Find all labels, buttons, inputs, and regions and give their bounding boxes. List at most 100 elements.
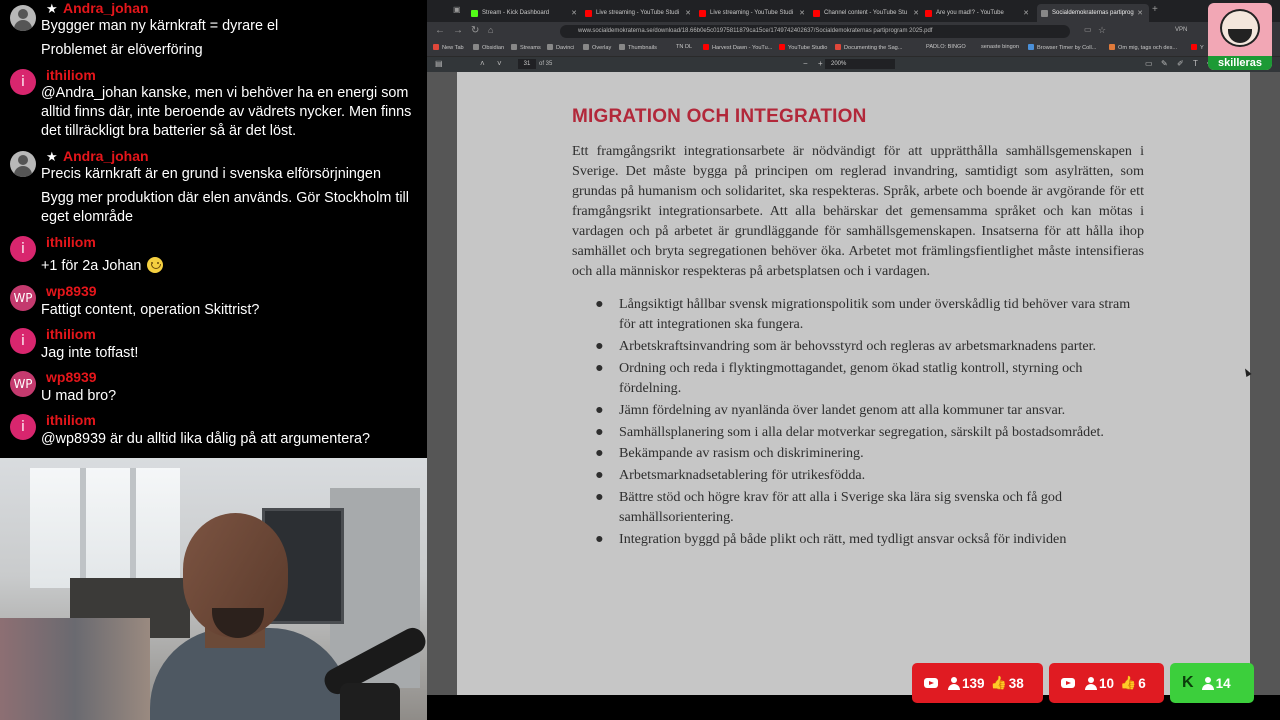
bookmark-item[interactable]: Thumbnails xyxy=(619,44,657,51)
like-count: 6 xyxy=(1138,675,1146,691)
window-frame xyxy=(130,468,136,588)
chat-text: Jag inte toffast! xyxy=(41,345,139,361)
window-frame xyxy=(80,468,86,588)
folder-icon xyxy=(473,44,479,50)
reload-icon[interactable]: ↻ xyxy=(471,25,479,36)
bookmark-item[interactable]: Streams xyxy=(511,44,541,51)
chat-text: @Andra_johan kanske, men vi behöver ha e… xyxy=(41,85,412,139)
chat-text: Bygg mer produktion där elen används. Gö… xyxy=(41,190,409,225)
browser-tab[interactable]: Live streaming - YouTube Studi ✕ xyxy=(585,4,697,22)
chat-username: ithiliom xyxy=(46,412,96,428)
list-item: ● Långsiktigt hållbar svensk migrationspo… xyxy=(595,296,1131,333)
bookmark-item[interactable]: PADLO: BINGO xyxy=(926,44,966,50)
list-item: ● Ordning och reda i flyktingmottagandet,… xyxy=(595,359,1083,397)
bullet-icon: ● xyxy=(595,488,604,505)
viewer-count: 10 xyxy=(1099,675,1115,691)
chat-text: U mad bro? xyxy=(41,388,117,404)
page-number-input[interactable]: 31 xyxy=(518,59,536,69)
folder-icon xyxy=(547,44,553,50)
close-tab-icon[interactable]: ✕ xyxy=(1023,9,1029,17)
bookmark-star-icon[interactable]: ☆ xyxy=(1098,25,1106,36)
close-tab-icon[interactable]: ✕ xyxy=(571,9,577,17)
bookmark-item[interactable]: Om mig, tags och des... xyxy=(1109,44,1177,51)
bookmark-item[interactable]: Y xyxy=(1191,44,1204,51)
viewers-icon xyxy=(1085,676,1097,690)
zoom-out-icon[interactable]: − xyxy=(803,59,808,68)
highlight-icon[interactable]: ✎ xyxy=(1161,59,1168,68)
back-icon[interactable]: ← xyxy=(435,25,445,36)
list-item: ● Jämn fördelning av nyanlända över lande… xyxy=(572,400,1144,420)
star-badge-icon: ★ xyxy=(46,149,58,164)
folder-icon xyxy=(619,44,625,50)
sidebar-toggle-icon[interactable]: ▤ xyxy=(435,59,443,68)
star-badge-icon: ★ xyxy=(46,1,58,16)
bookmark-item[interactable]: New Tab xyxy=(433,44,464,51)
bookmark-item[interactable]: YouTube Studio xyxy=(779,44,827,51)
youtube-studio-icon xyxy=(813,9,820,17)
bookmark-item[interactable]: Obsidian xyxy=(473,44,504,51)
kick-icon xyxy=(471,9,478,17)
tab-actions-icon[interactable]: ▣ xyxy=(453,5,461,14)
previous-page-icon[interactable]: ˄ xyxy=(480,59,485,68)
bullet-icon: ● xyxy=(595,296,604,312)
home-icon[interactable]: ⌂ xyxy=(488,25,493,35)
bookmark-item[interactable]: Overlay xyxy=(583,44,611,51)
next-page-icon[interactable]: ˅ xyxy=(497,59,502,68)
url-field[interactable]: www.socialdemokraterna.se/download/18.66… xyxy=(560,25,1070,38)
folder-icon xyxy=(511,44,517,50)
bookmark-item[interactable]: Documenting the Sag... xyxy=(835,44,902,51)
chat-username: Andra_johan xyxy=(63,0,149,16)
browser-tab-active[interactable]: Socialdemokraternas partiprog ✕ xyxy=(1037,4,1149,22)
bookmark-icon xyxy=(835,44,841,50)
comment-icon[interactable]: ▭ xyxy=(1145,59,1153,68)
bookmark-item[interactable]: senaste bingon xyxy=(981,44,1019,50)
bullet-icon: ● xyxy=(595,423,604,440)
youtube-icon xyxy=(1191,44,1197,50)
viewer-count: 14 xyxy=(1215,675,1231,691)
section-paragraph: Ett framgångsrikt integrationsarbete är … xyxy=(572,143,1144,279)
bullet-icon: ● xyxy=(595,401,604,418)
text-icon[interactable]: T xyxy=(1193,59,1198,68)
chat-username: wp8939 xyxy=(46,369,97,385)
bookmark-item[interactable]: TN DL xyxy=(676,44,692,50)
youtube-icon xyxy=(925,9,932,17)
vpn-button[interactable]: VPN xyxy=(1175,27,1187,33)
install-app-icon[interactable]: ▭ xyxy=(1084,25,1092,34)
bookmark-item[interactable]: Harvest Dawn - YouTu... xyxy=(703,44,772,51)
webcam-feed xyxy=(0,458,427,720)
mouse-cursor-icon xyxy=(1242,367,1252,377)
chat-username: ithiliom xyxy=(46,326,96,342)
chat-username: ithiliom xyxy=(46,67,96,83)
youtube-studio-icon xyxy=(585,9,592,17)
user-avatar: i xyxy=(10,69,36,95)
list-item: ● Arbetsmarknadsetablering för utrikesföd… xyxy=(572,465,1144,485)
chat-text: +1 för 2a Johan xyxy=(41,257,416,276)
bookmark-item[interactable]: Browser Timer by Coll... xyxy=(1028,44,1096,51)
user-avatar: i xyxy=(10,328,36,354)
youtube-viewer-badge: 139 👍 38 xyxy=(912,663,1043,703)
forward-icon[interactable]: → xyxy=(453,25,463,36)
bullet-list: ● Långsiktigt hållbar svensk migrationspo… xyxy=(572,294,1144,551)
zoom-in-icon[interactable]: + xyxy=(818,59,823,68)
bullet-icon: ● xyxy=(595,530,604,547)
chat-text: Precis kärnkraft är en grund i svenska e… xyxy=(41,166,381,182)
new-tab-icon[interactable]: + xyxy=(1152,4,1158,15)
draw-icon[interactable]: ✐ xyxy=(1177,59,1184,68)
thumbs-up-icon: 👍 xyxy=(990,675,1007,690)
browser-window: ▣ Stream - Kick Dashboard ✕ Live streamin… xyxy=(427,0,1280,720)
pdf-viewer[interactable]: MIGRATION OCH INTEGRATION Ett framgångsr… xyxy=(427,72,1280,695)
bookmark-item[interactable]: Davinci xyxy=(547,44,574,51)
zoom-select[interactable]: 200% xyxy=(825,59,895,69)
browser-tab[interactable]: Stream - Kick Dashboard ✕ xyxy=(471,4,583,22)
chat-panel: ★ Andra_johan Byggger man ny kärnkraft =… xyxy=(0,0,427,458)
browser-tab[interactable]: Live streaming - YouTube Studi ✕ xyxy=(699,4,811,22)
close-tab-icon[interactable]: ✕ xyxy=(685,9,691,17)
viewer-count: 139 xyxy=(962,675,985,691)
close-tab-icon[interactable]: ✕ xyxy=(913,9,919,17)
browser-tab[interactable]: Are you mad!? - YouTube ✕ xyxy=(925,4,1035,22)
pdf-toolbar: ▤ ˄ ˅ 31 of 35 − + 200% ▭ ✎ ✐ T ⌫ xyxy=(427,57,1280,72)
close-tab-icon[interactable]: ✕ xyxy=(1137,9,1143,17)
close-tab-icon[interactable]: ✕ xyxy=(799,9,805,17)
youtube-icon xyxy=(703,44,709,50)
browser-tab[interactable]: Channel content - YouTube Stu ✕ xyxy=(813,4,925,22)
